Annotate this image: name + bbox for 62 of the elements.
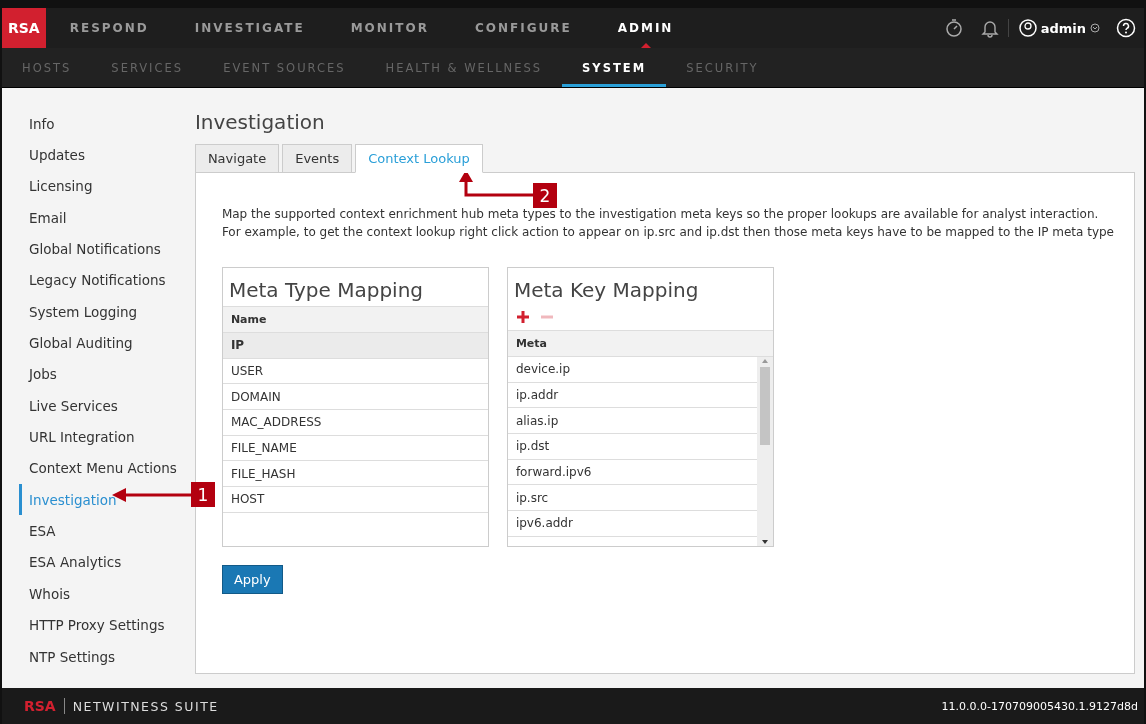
- help-icon[interactable]: [1116, 18, 1136, 38]
- column-header: Name: [222, 306, 488, 333]
- callout-number: 1: [191, 482, 215, 507]
- nav-tab[interactable]: MONITOR: [350, 8, 429, 48]
- sidebar-item[interactable]: URL Integration: [8, 421, 187, 453]
- description-text: Map the supported context enrichment hub meta types to the investigation meta keys so the proper lookups are available for analyst interaction.: [221, 206, 1100, 223]
- sidebar-item[interactable]: Email: [8, 202, 187, 234]
- table-row[interactable]: DOMAIN: [222, 384, 488, 411]
- user-avatar-icon: [1018, 19, 1037, 37]
- sidebar-item[interactable]: Global Notifications: [8, 233, 187, 265]
- column-header: Meta: [507, 330, 773, 357]
- sidebar-item[interactable]: NTP Settings: [8, 640, 187, 673]
- logo: RSA: [2, 8, 46, 48]
- nav-tab[interactable]: INVESTIGATE: [194, 8, 305, 48]
- table-row[interactable]: device.ip: [507, 357, 757, 383]
- caret-icon: [1090, 23, 1100, 33]
- bell-icon[interactable]: [979, 18, 1000, 38]
- sidebar-item[interactable]: Context Menu Actions: [8, 452, 187, 485]
- table-row[interactable]: IP: [222, 333, 488, 359]
- stopwatch-icon[interactable]: [943, 18, 964, 38]
- sidebar-item[interactable]: ESA: [8, 515, 187, 547]
- table-title: Meta Key Mapping: [512, 277, 700, 304]
- table-row[interactable]: MAC_ADDRESS: [222, 410, 488, 436]
- description-text: For example, to get the context lookup right click action to appear on ip.src and ip.dst then those meta keys have to be mapped to the IP meta type: [221, 224, 1114, 241]
- add-icon[interactable]: [515, 310, 530, 324]
- table-row[interactable]: USER: [222, 358, 488, 385]
- sidebar-item[interactable]: Legacy Notifications: [8, 264, 187, 297]
- sidebar-item[interactable]: ESA Analytics: [8, 546, 187, 579]
- nav-tab[interactable]: CONFIGURE: [474, 8, 572, 48]
- table-row[interactable]: ip.src: [507, 485, 757, 512]
- sidebar-item[interactable]: Live Services: [8, 390, 187, 422]
- table-row[interactable]: ip.addr: [507, 382, 757, 409]
- version-text: 11.0.0.0-170709005430.1.9127d8d: [941, 699, 1138, 713]
- sidebar-item[interactable]: Jobs: [8, 358, 187, 391]
- table-row[interactable]: FILE_HASH: [222, 461, 488, 488]
- sidebar-item[interactable]: Licensing: [8, 170, 187, 203]
- scroll-down-icon[interactable]: [760, 538, 769, 546]
- sidebar-item[interactable]: System Logging: [8, 296, 187, 328]
- nav-tab[interactable]: RESPOND: [69, 8, 149, 48]
- tab[interactable]: Events: [282, 144, 353, 173]
- callout-number: 2: [533, 183, 557, 208]
- table-row[interactable]: FILE_NAME: [222, 435, 488, 462]
- table-row[interactable]: ipv6.addr: [507, 511, 757, 537]
- table-row[interactable]: ip.dst: [507, 434, 757, 460]
- table-row[interactable]: alias.ip: [507, 408, 757, 435]
- page-title: Investigation: [194, 110, 326, 134]
- product-name: NETWITNESS SUITE: [72, 698, 219, 714]
- user-menu[interactable]: admin: [1007, 19, 1100, 37]
- sidebar-item[interactable]: Whois: [8, 578, 187, 610]
- sidebar-item[interactable]: Updates: [8, 139, 187, 171]
- nav-tab[interactable]: ADMIN: [617, 8, 674, 48]
- table-row[interactable]: HOST: [222, 487, 488, 513]
- footer-logo: RSA: [24, 698, 65, 714]
- sidebar-item[interactable]: Info: [8, 108, 187, 140]
- table-title: Meta Type Mapping: [227, 277, 425, 304]
- sidebar-item[interactable]: HTTP Proxy Settings: [8, 609, 187, 641]
- table-row[interactable]: forward.ipv6: [507, 459, 757, 486]
- tab[interactable]: Navigate: [194, 144, 280, 173]
- apply-button[interactable]: Apply: [221, 565, 283, 594]
- scrollbar[interactable]: [756, 357, 773, 546]
- subnav-tab[interactable]: SYSTEM: [562, 48, 667, 87]
- sidebar-item[interactable]: Global Auditing: [8, 327, 187, 359]
